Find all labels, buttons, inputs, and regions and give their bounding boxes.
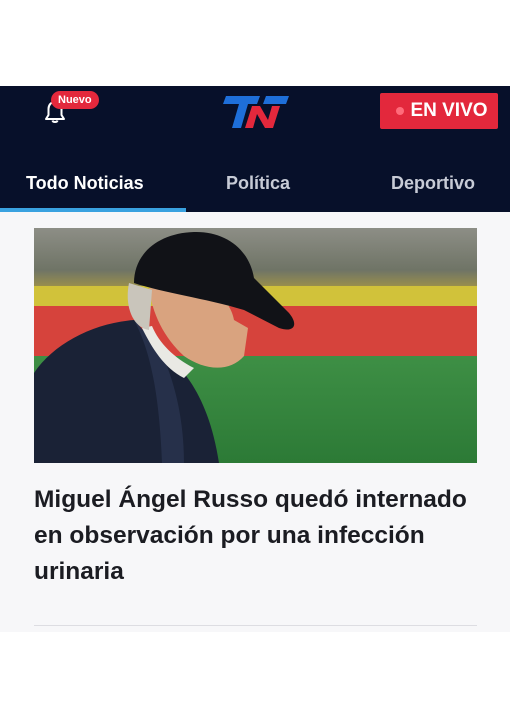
live-indicator-icon (396, 107, 405, 115)
article-headline[interactable]: Miguel Ángel Russo quedó internado en ob… (34, 482, 484, 590)
tab-deportivo[interactable]: Deportivo (391, 160, 475, 206)
notification-badge: Nuevo (51, 91, 99, 109)
status-bar-spacer (0, 0, 510, 86)
live-button[interactable]: EN VIVO (380, 93, 498, 129)
category-tabs: Todo Noticias Política Deportivo (0, 160, 510, 212)
tab-todo-noticias[interactable]: Todo Noticias (26, 160, 144, 206)
tab-politica[interactable]: Política (226, 160, 290, 206)
live-button-label: EN VIVO (410, 100, 488, 121)
tn-logo[interactable] (222, 94, 290, 130)
article-image[interactable] (34, 228, 477, 463)
article-divider (34, 625, 477, 626)
